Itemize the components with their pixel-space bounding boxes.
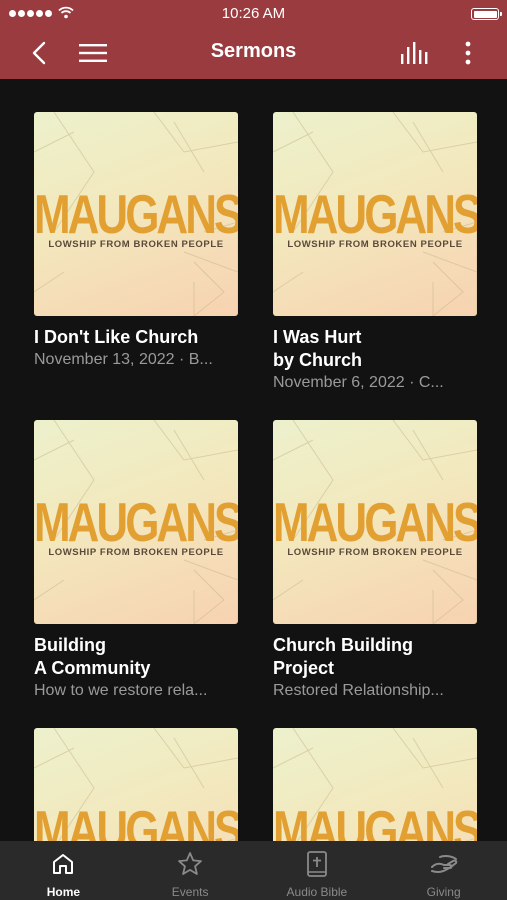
app-header: 10:26 AM Sermons	[0, 0, 507, 79]
brand-tagline: LOWSHIP FROM BROKEN PEOPLE	[287, 547, 463, 558]
more-button[interactable]	[451, 36, 485, 70]
brand-tagline: LOWSHIP FROM BROKEN PEOPLE	[48, 239, 224, 250]
sermon-subtitle: How to we restore rela...	[34, 682, 208, 699]
sermon-grid: MAUGANSVILLELOWSHIP FROM BROKEN PEOPLEI …	[0, 79, 507, 841]
sermon-title: I Was Hurt by Church	[273, 327, 363, 370]
star-icon	[178, 852, 203, 875]
tab-audio-bible[interactable]: Audio Bible	[254, 841, 381, 900]
giving-hand-icon	[430, 854, 457, 873]
sermon-thumbnail: MAUGANSVILLE	[273, 728, 477, 841]
sermon-title: Building A Community	[34, 635, 151, 678]
tab-home[interactable]: Home	[0, 841, 127, 900]
tab-giving[interactable]: Giving	[380, 841, 507, 900]
brand-logo-text: MAUGANSVILLE	[34, 492, 238, 554]
brand-tagline: LOWSHIP FROM BROKEN PEOPLE	[48, 547, 224, 558]
nav-bar: Sermons	[0, 28, 507, 79]
audio-button[interactable]	[398, 36, 432, 70]
home-icon	[53, 854, 74, 874]
battery-icon	[471, 8, 502, 20]
sermon-thumbnail: MAUGANSVILLELOWSHIP FROM BROKEN PEOPLE	[34, 420, 238, 624]
more-vertical-icon	[465, 41, 471, 65]
brand-tagline: LOWSHIP FROM BROKEN PEOPLE	[287, 239, 463, 250]
brand-logo-text: MAUGANSVILLE	[273, 492, 477, 554]
sermon-subtitle: November 6, 2022 · C...	[273, 374, 444, 391]
sermon-subtitle: Restored Relationship...	[273, 682, 444, 699]
equalizer-icon	[401, 42, 428, 64]
sermon-card[interactable]: MAUGANSVILLE	[273, 728, 477, 841]
sermon-thumbnail: MAUGANSVILLELOWSHIP FROM BROKEN PEOPLE	[273, 112, 477, 316]
sermon-card[interactable]: MAUGANSVILLELOWSHIP FROM BROKEN PEOPLE I …	[273, 112, 477, 394]
bible-icon	[306, 851, 327, 877]
status-time: 10:26 AM	[221, 5, 286, 22]
tab-bar: Home Events Audio Bible Giving	[0, 841, 507, 900]
status-bar: 10:26 AM	[0, 0, 507, 28]
sermon-title: I Don't Like Church	[34, 327, 199, 347]
tab-label: Audio Bible	[286, 885, 348, 899]
sermon-thumbnail: MAUGANSVILLELOWSHIP FROM BROKEN PEOPLE	[273, 420, 477, 624]
sermon-subtitle: November 13, 2022 · B...	[34, 351, 213, 368]
tab-label: Events	[171, 885, 209, 899]
tab-events[interactable]: Events	[127, 841, 254, 900]
sermon-thumbnail: MAUGANSVILLELOWSHIP FROM BROKEN PEOPLE	[34, 112, 238, 316]
sermon-title: Church Building Project	[273, 635, 413, 678]
sermon-thumbnail: MAUGANSVILLE	[34, 728, 238, 841]
sermon-card[interactable]: MAUGANSVILLELOWSHIP FROM BROKEN PEOPLE Ch…	[273, 420, 477, 702]
brand-logo-text: MAUGANSVILLE	[273, 800, 477, 841]
tab-label: Giving	[426, 885, 461, 899]
brand-logo-text: MAUGANSVILLE	[34, 800, 238, 841]
tab-label: Home	[46, 885, 81, 899]
brand-logo-text: MAUGANSVILLE	[34, 184, 238, 246]
sermon-card[interactable]: MAUGANSVILLE	[34, 728, 238, 841]
sermon-card[interactable]: MAUGANSVILLELOWSHIP FROM BROKEN PEOPLE Bu…	[34, 420, 238, 702]
sermon-card[interactable]: MAUGANSVILLELOWSHIP FROM BROKEN PEOPLE I …	[34, 112, 238, 371]
brand-logo-text: MAUGANSVILLE	[273, 184, 477, 246]
